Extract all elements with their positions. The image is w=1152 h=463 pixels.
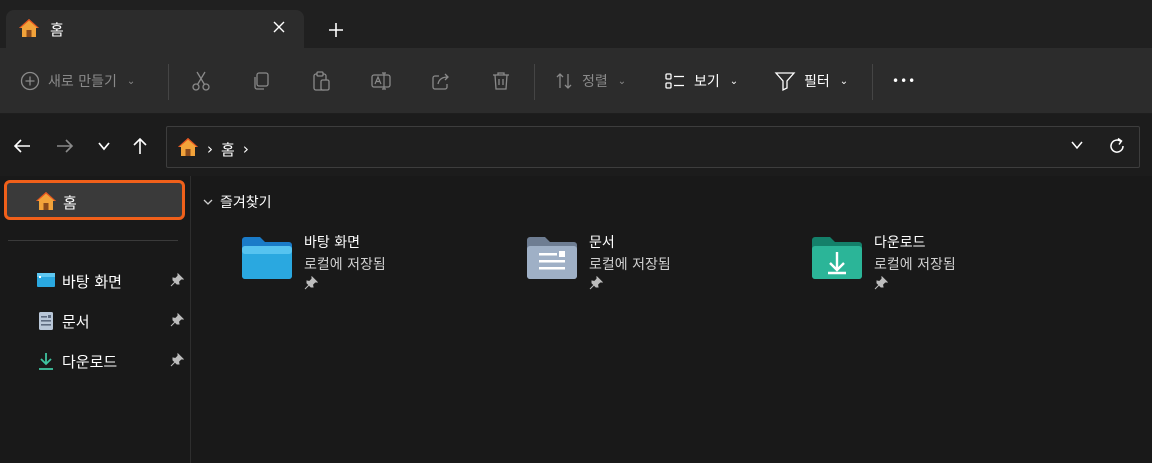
pin-icon[interactable]: [170, 272, 185, 291]
pin-icon: [874, 275, 889, 294]
paste-icon[interactable]: [308, 68, 334, 94]
tile-downloads[interactable]: 다운로드 로컬에 저장됨: [810, 230, 1070, 294]
view-button-label: 보기: [694, 74, 720, 90]
tile-name: 문서: [589, 235, 615, 251]
tile-location: 로컬에 저장됨: [304, 257, 386, 273]
navigation-pane: 홈 바탕 화면 문서 다운로드: [0, 176, 191, 463]
tile-location: 로컬에 저장됨: [874, 257, 956, 273]
sort-button[interactable]: 정렬 ⌄: [554, 66, 626, 96]
home-icon: [18, 18, 40, 42]
chevron-down-icon: ⌄: [729, 75, 739, 87]
pin-icon[interactable]: [170, 352, 185, 371]
more-icon: •••: [892, 74, 917, 88]
sort-button-label: 정렬: [582, 74, 608, 90]
chevron-down-icon: ⌄: [617, 75, 627, 87]
downloads-folder-icon: [810, 236, 864, 284]
desktop-folder-icon: [240, 236, 294, 284]
share-icon[interactable]: [428, 68, 454, 94]
new-button-label: 새로 만들기: [48, 74, 117, 90]
tab-label: 홈: [50, 21, 64, 39]
divider: [8, 240, 178, 241]
pin-icon[interactable]: [170, 312, 185, 331]
arrow-right-icon: [57, 139, 74, 153]
up-button[interactable]: [128, 134, 152, 158]
tile-location: 로컬에 저장됨: [589, 257, 671, 273]
cut-icon[interactable]: [188, 68, 214, 94]
separator: [534, 64, 535, 100]
arrow-left-icon: [13, 139, 30, 153]
filter-icon: [774, 72, 796, 92]
tile-desktop[interactable]: 바탕 화면 로컬에 저장됨: [240, 230, 500, 294]
breadcrumb: › 홈 ›: [177, 137, 249, 161]
sidebar-item-home[interactable]: 홈: [4, 180, 185, 220]
new-button[interactable]: 새로 만들기 ⌄: [20, 66, 135, 96]
sidebar-item-downloads[interactable]: 다운로드: [36, 348, 186, 374]
separator: [872, 64, 873, 100]
pin-icon: [589, 275, 604, 294]
address-history-icon[interactable]: [1069, 137, 1085, 157]
filter-button-label: 필터: [804, 74, 830, 90]
refresh-icon[interactable]: [1107, 136, 1127, 160]
copy-icon[interactable]: [248, 68, 274, 94]
chevron-down-icon: [203, 199, 213, 205]
documents-folder-icon: [525, 236, 579, 284]
home-icon: [35, 191, 57, 215]
address-bar[interactable]: › 홈 ›: [166, 126, 1140, 168]
chevron-down-icon: ⌄: [126, 75, 136, 87]
tile-documents[interactable]: 문서 로컬에 저장됨: [525, 230, 785, 294]
desktop-icon: [36, 271, 56, 293]
new-tab-button[interactable]: [322, 16, 350, 44]
title-bar: 홈: [0, 0, 1152, 48]
sidebar-item-documents[interactable]: 문서: [36, 308, 186, 334]
pin-icon: [304, 275, 319, 294]
tile-name: 바탕 화면: [304, 235, 360, 251]
rename-icon[interactable]: [368, 68, 394, 94]
home-icon: [177, 137, 199, 161]
more-options-button[interactable]: •••: [892, 66, 916, 96]
view-button[interactable]: 보기 ⌄: [664, 66, 738, 96]
tab-home[interactable]: 홈: [6, 10, 304, 48]
tile-name: 다운로드: [874, 235, 926, 251]
view-icon: [665, 73, 684, 89]
sidebar-item-label: 문서: [62, 313, 90, 331]
breadcrumb-item-home[interactable]: 홈: [221, 139, 235, 160]
quick-access-header[interactable]: 즐겨찾기: [202, 192, 272, 212]
chevron-right-icon[interactable]: ›: [207, 140, 213, 158]
address-row: › 홈 ›: [0, 114, 1152, 176]
recent-locations-button[interactable]: [92, 134, 116, 158]
chevron-down-icon: ⌄: [839, 75, 849, 87]
sort-icon: [556, 73, 572, 89]
chevron-right-icon[interactable]: ›: [243, 140, 249, 158]
arrow-up-icon: [133, 137, 147, 154]
downloads-icon: [36, 351, 56, 375]
back-button[interactable]: [10, 134, 34, 158]
close-icon[interactable]: [268, 16, 290, 38]
documents-icon: [36, 311, 56, 335]
delete-icon[interactable]: [488, 68, 514, 94]
sidebar-item-desktop[interactable]: 바탕 화면: [36, 268, 186, 294]
sidebar-item-label: 바탕 화면: [62, 273, 122, 291]
section-title: 즐겨찾기: [220, 195, 272, 211]
forward-button[interactable]: [53, 134, 77, 158]
separator: [168, 64, 169, 100]
plus-circle-icon: [20, 71, 40, 91]
sidebar-item-label: 홈: [63, 194, 77, 212]
sidebar-item-label: 다운로드: [62, 353, 118, 371]
command-bar: 새로 만들기 ⌄ 정렬 ⌄ 보기 ⌄ 필터 ⌄ •••: [0, 48, 1152, 114]
chevron-down-icon: [98, 142, 110, 151]
filter-button[interactable]: 필터 ⌄: [774, 66, 848, 96]
